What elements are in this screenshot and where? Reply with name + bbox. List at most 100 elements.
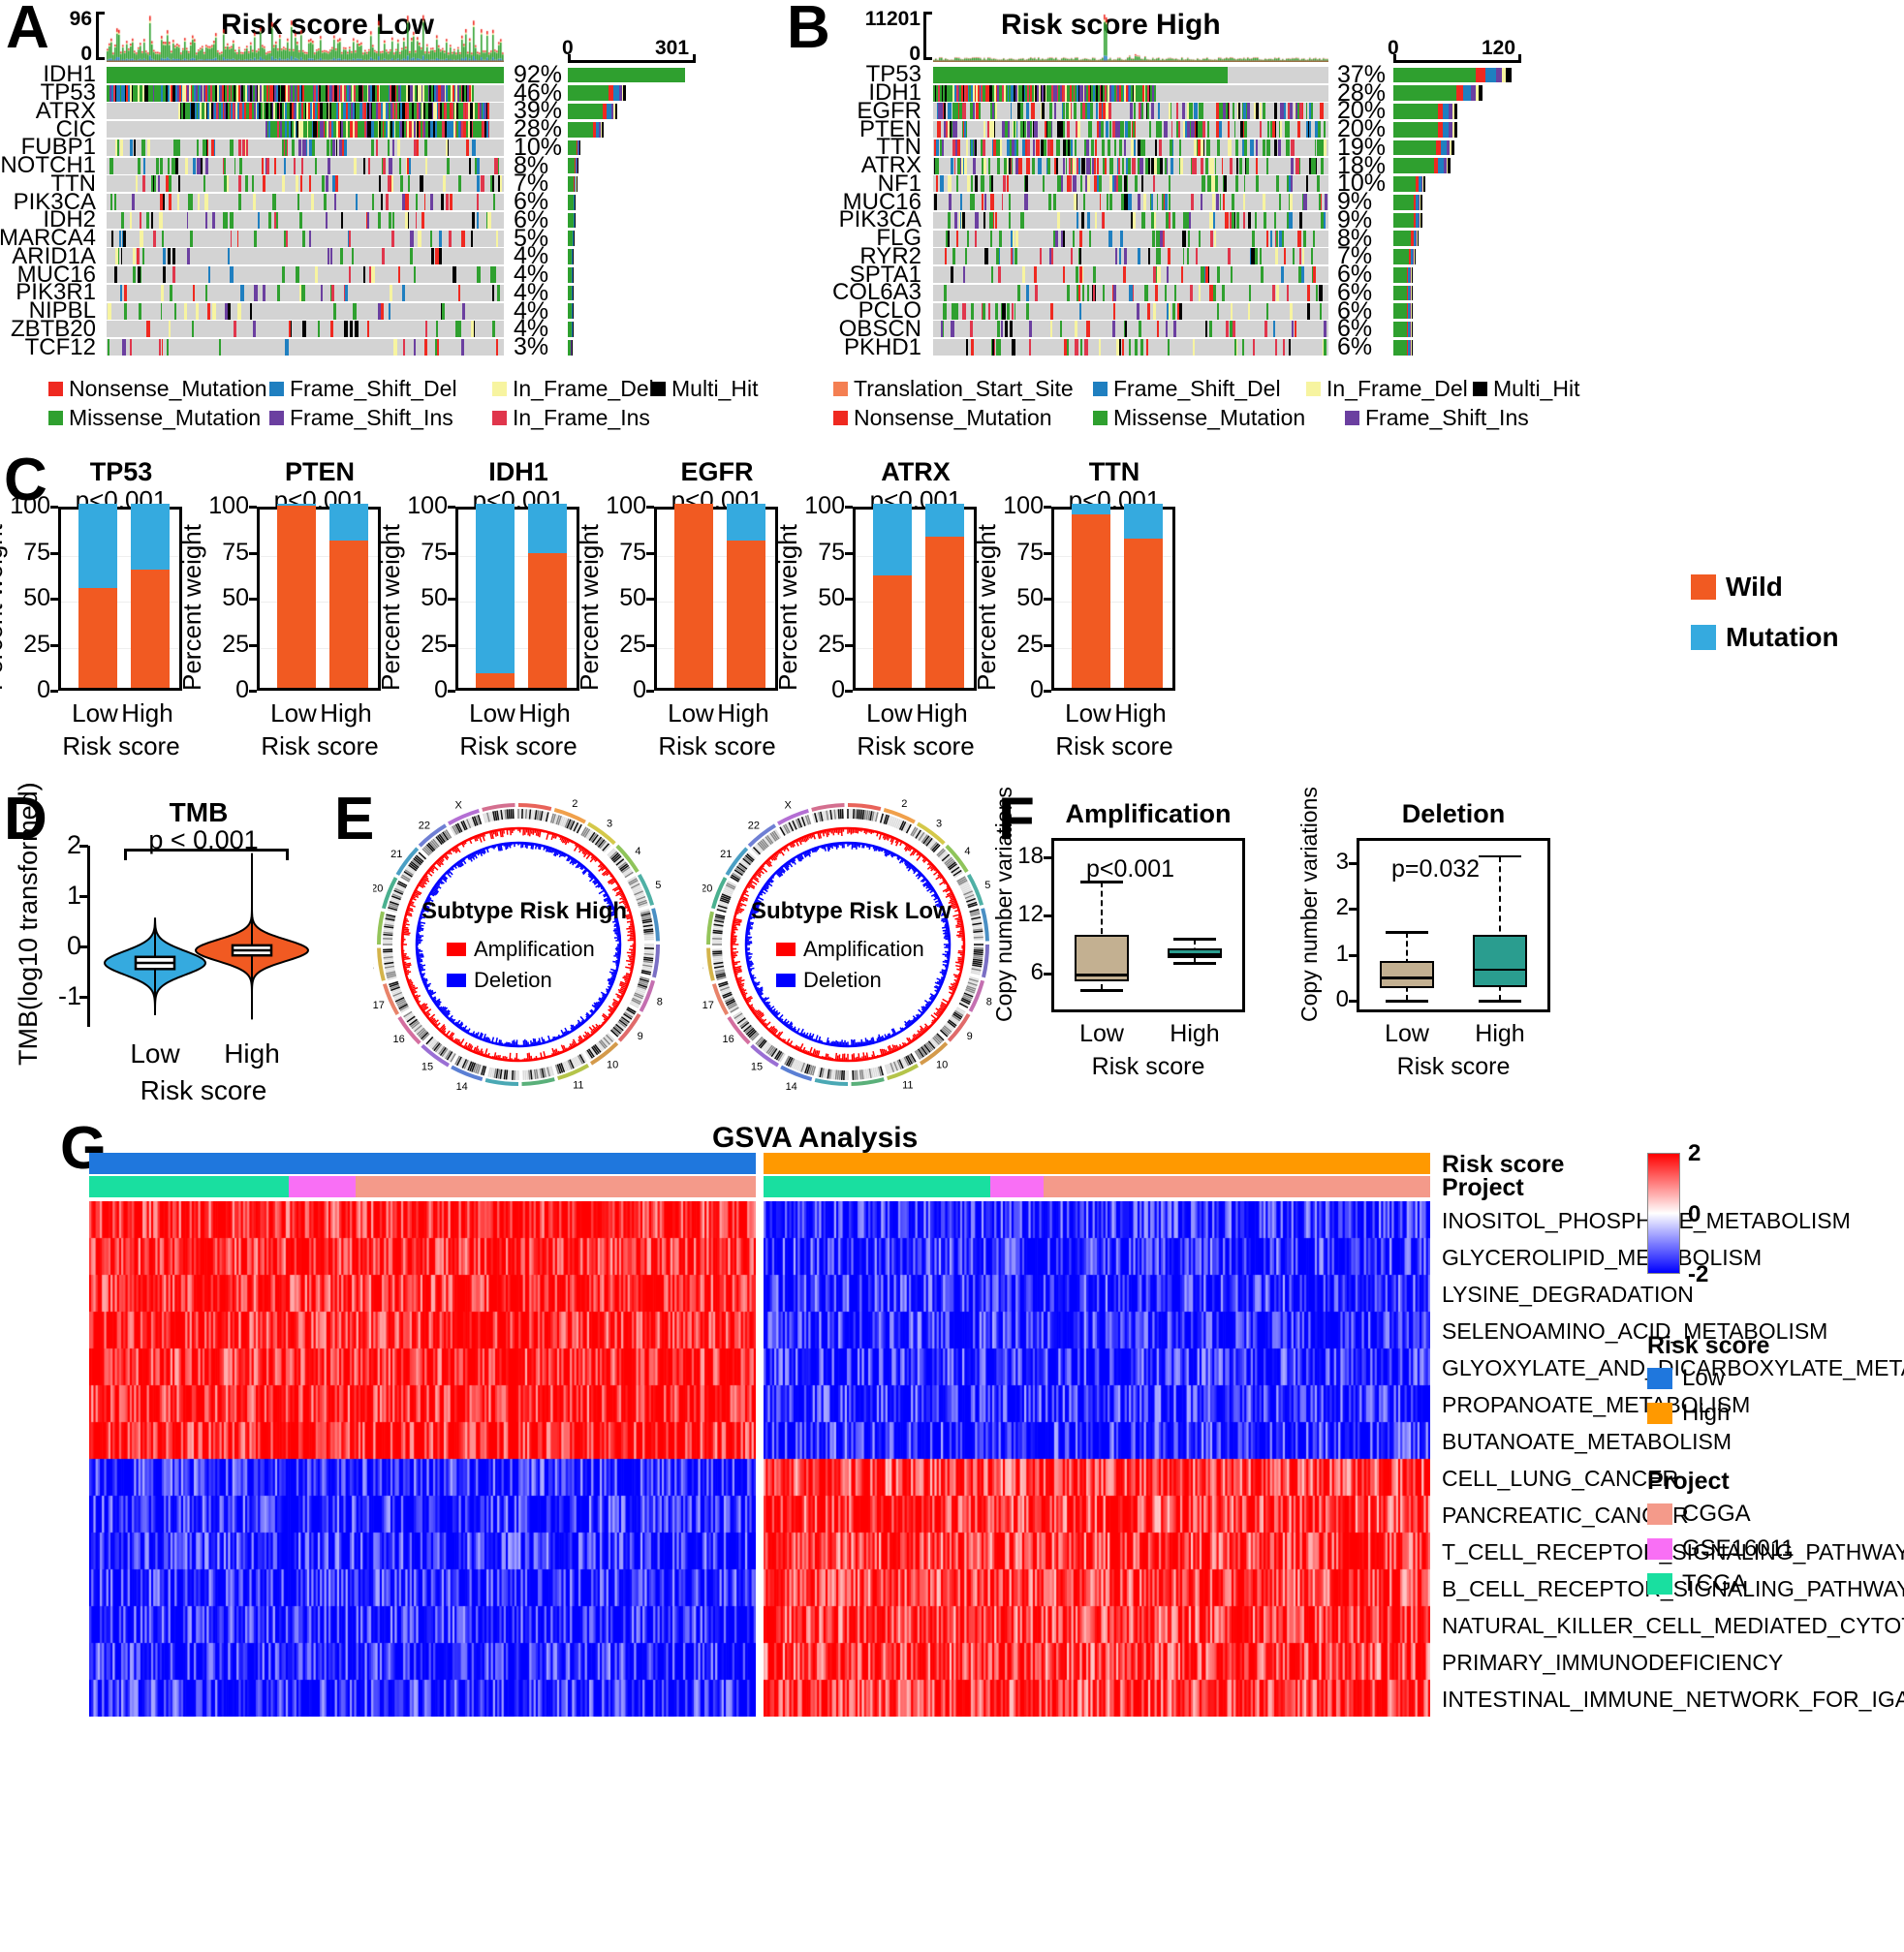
oncoprint-cell <box>1147 248 1150 265</box>
panel-c-legend-swatch <box>1691 625 1716 650</box>
oncoprint-cell <box>988 302 991 320</box>
oncoprint-cell <box>211 139 214 156</box>
oncoprint-cell <box>159 211 163 229</box>
oncoprint-cell <box>160 194 163 211</box>
oncoprint-cell <box>1089 230 1091 247</box>
oncoprint-cell <box>1060 175 1063 193</box>
panel-a-tmb-barplot <box>107 14 504 62</box>
oncoprint-cell <box>251 175 254 193</box>
panel-e-ideogram-band <box>528 1069 531 1080</box>
oncoprint-cell <box>1093 266 1097 284</box>
oncoprint-cell <box>340 211 343 229</box>
oncoprint-cell <box>1186 211 1190 229</box>
panel-d-xtick: High <box>224 1038 280 1069</box>
oncoprint-cell <box>1228 139 1232 156</box>
panel-e-deletion-spike <box>887 1034 890 1038</box>
oncoprint-cell <box>145 211 149 229</box>
oncoprint-cell <box>189 194 194 211</box>
oncoprint-cell <box>1231 194 1234 211</box>
panel-e-amplification-spike <box>625 974 630 977</box>
oncoprint-cell <box>203 139 206 156</box>
panel-e-deletion-spike <box>930 888 933 891</box>
oncoprint-cell <box>284 157 287 174</box>
legend-swatch <box>1093 411 1108 425</box>
oncoprint-cell <box>997 266 1002 284</box>
panel-e-amplification-spike <box>627 930 634 933</box>
panel-e-chromosome-label: 15 <box>751 1062 763 1073</box>
oncoprint-cell <box>119 284 122 301</box>
legend-swatch <box>48 382 63 396</box>
oncoprint-cell <box>490 266 493 284</box>
oncoprint-row <box>107 211 504 229</box>
panel-e-deletion-spike <box>884 1034 888 1038</box>
oncoprint-cell <box>1254 211 1257 229</box>
oncoprint-cell <box>936 175 939 193</box>
panel-c-ytick-mark <box>1044 690 1051 693</box>
oncoprint-cell <box>1230 321 1233 338</box>
oncoprint-cell <box>999 230 1003 247</box>
oncoprint-cell <box>935 157 939 174</box>
panel-e-ideogram-band <box>509 1069 513 1080</box>
panel-e-ideogram-band <box>526 809 530 820</box>
oncoprint-cell <box>1014 302 1016 320</box>
panel-e-chromosome-label: Y <box>493 799 501 801</box>
panel-c-bar-wild <box>1124 539 1163 688</box>
oncoprint-cell <box>1134 339 1139 356</box>
oncoprint-cell <box>166 339 169 356</box>
gene-count-bar-segment <box>568 67 686 83</box>
panel-d-xlabel: Risk score <box>140 1075 267 1105</box>
panel-a-gene-labels: IDH1TP53ATRXCICFUBP1NOTCH1TTNPIK3CAIDH2S… <box>0 61 102 359</box>
oncoprint-cell <box>1201 157 1204 174</box>
oncoprint-cell <box>1291 139 1295 156</box>
panel-e-chromosome-label: 17 <box>702 1000 714 1011</box>
oncoprint-cell <box>302 139 306 156</box>
oncoprint-cell <box>376 139 379 156</box>
oncoprint-cell <box>386 194 390 211</box>
oncoprint-cell <box>1238 157 1243 174</box>
panel-c-ytick-mark <box>448 643 455 647</box>
oncoprint-cell <box>1182 248 1185 265</box>
panel-e-amplification-spike <box>626 920 632 923</box>
panel-e-amplification-spike <box>954 909 958 913</box>
oncoprint-cell <box>198 194 201 211</box>
oncoprint-cell <box>142 248 145 265</box>
panel-e-amplification-spike <box>528 829 532 837</box>
oncoprint-cell <box>1139 103 1142 120</box>
oncoprint-cell <box>353 302 358 320</box>
oncoprint-cell <box>1047 121 1051 139</box>
oncoprint-cell <box>139 211 142 229</box>
oncoprint-cell <box>970 302 974 320</box>
legend-swatch <box>492 382 507 396</box>
panel-e-ideogram-band <box>859 809 863 820</box>
oncoprint-cell <box>252 194 256 211</box>
panel-e-ideogram-band <box>972 924 983 928</box>
oncoprint-cell <box>1004 157 1007 174</box>
panel-e-amplification-spike <box>933 871 938 876</box>
panel-e-amplification-spike <box>431 866 435 870</box>
panel-c-bar-mutation <box>528 504 567 554</box>
gene-count-bar-segment <box>1411 303 1413 319</box>
oncoprint-cell <box>1169 103 1171 120</box>
panel-e-deletion-spike <box>781 1018 784 1021</box>
oncoprint-cell <box>1197 121 1202 139</box>
oncoprint-cell <box>274 157 276 174</box>
panel-e-deletion-spike <box>532 1038 536 1044</box>
panel-e-ideogram-band <box>642 964 653 968</box>
panel-e-ideogram-band <box>858 809 861 820</box>
panel-c-ytick: 100 <box>208 492 249 519</box>
oncoprint-row <box>933 103 1328 120</box>
oncoprint-cell <box>1112 302 1115 320</box>
oncoprint-cell <box>430 248 435 265</box>
panel-b-percent-labels: 37% 28% 20% 20% 19% 18% 10% 9% 9% 8% 7% 6% 6% 6% 6% 6% <box>1331 61 1391 360</box>
oncoprint-cell <box>1136 302 1139 320</box>
oncoprint-cell <box>1194 103 1198 120</box>
oncoprint-cell <box>1026 302 1029 320</box>
panel-e-deletion-spike <box>754 981 757 984</box>
oncoprint-cell <box>944 121 947 139</box>
oncoprint-cell <box>1170 157 1174 174</box>
oncoprint-cell <box>111 230 113 247</box>
panel-e-deletion-spike <box>485 1037 488 1040</box>
panel-e-amplification-spike <box>954 961 962 965</box>
panel-e-amplification-spike <box>939 881 946 885</box>
panel-e-ideogram-band <box>973 950 983 954</box>
